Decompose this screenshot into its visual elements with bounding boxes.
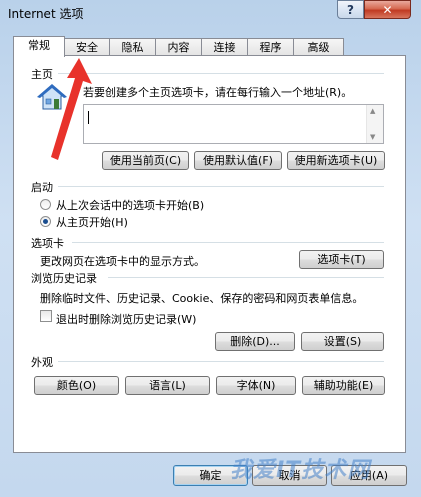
tab-programs[interactable]: 程序 bbox=[247, 38, 294, 56]
use-new-tab-button[interactable]: 使用新选项卡(U) bbox=[287, 151, 385, 170]
use-current-button[interactable]: 使用当前页(C) bbox=[102, 151, 189, 170]
history-description: 删除临时文件、历史记录、Cookie、保存的密码和网页表单信息。 bbox=[40, 292, 364, 305]
home-page-address-textarea[interactable]: ▲ ▼ bbox=[83, 104, 384, 144]
startup-home-page-radio[interactable] bbox=[40, 216, 51, 227]
home-divider bbox=[58, 73, 384, 74]
startup-section-label: 启动 bbox=[31, 181, 53, 194]
startup-last-session-radio[interactable] bbox=[40, 199, 51, 210]
history-settings-button[interactable]: 设置(S) bbox=[301, 332, 384, 351]
scroll-up-arrow-icon[interactable]: ▲ bbox=[370, 107, 375, 115]
window-title: Internet 选项 bbox=[8, 7, 84, 21]
tab-content[interactable]: 内容 bbox=[155, 38, 202, 56]
tabs-divider bbox=[72, 242, 384, 243]
home-description: 若要创建多个主页选项卡，请在每行输入一个地址(R)。 bbox=[83, 86, 353, 99]
general-tab-panel: 主页 若要创建多个主页选项卡，请在每行输入一个地址(R)。 ▲ ▼ 使用当前页(… bbox=[13, 55, 406, 453]
startup-divider bbox=[58, 186, 384, 187]
tabs-settings-button[interactable]: 选项卡(T) bbox=[299, 250, 384, 269]
title-bar: Internet 选项 ? ✕ bbox=[0, 0, 421, 28]
tab-connections[interactable]: 连接 bbox=[201, 38, 248, 56]
delete-history-on-exit-label[interactable]: 退出时删除浏览历史记录(W) bbox=[56, 311, 196, 327]
home-page-icon bbox=[36, 82, 70, 112]
site-watermark: 我爱IT技术网 bbox=[230, 458, 371, 483]
startup-last-session-label[interactable]: 从上次会话中的选项卡开始(B) bbox=[56, 197, 204, 213]
startup-home-page-label[interactable]: 从主页开始(H) bbox=[56, 214, 128, 230]
fonts-button[interactable]: 字体(N) bbox=[216, 376, 296, 395]
use-default-button[interactable]: 使用默认值(F) bbox=[194, 151, 282, 170]
accessibility-button[interactable]: 辅助功能(E) bbox=[302, 376, 385, 395]
scroll-down-arrow-icon[interactable]: ▼ bbox=[370, 133, 375, 141]
languages-button[interactable]: 语言(L) bbox=[125, 376, 210, 395]
tab-security[interactable]: 安全 bbox=[64, 38, 110, 56]
text-caret bbox=[88, 111, 89, 124]
close-button[interactable]: ✕ bbox=[364, 0, 411, 19]
delete-history-button[interactable]: 删除(D)... bbox=[215, 332, 295, 351]
tab-general[interactable]: 常规 bbox=[13, 36, 65, 57]
tab-advanced[interactable]: 高级 bbox=[293, 38, 344, 56]
tabs-section-label: 选项卡 bbox=[31, 237, 64, 250]
history-section-label: 浏览历史记录 bbox=[31, 272, 97, 285]
tab-privacy[interactable]: 隐私 bbox=[109, 38, 156, 56]
help-button[interactable]: ? bbox=[337, 0, 364, 19]
history-divider bbox=[108, 277, 384, 278]
tabs-description: 更改网页在选项卡中的显示方式。 bbox=[40, 255, 205, 268]
delete-history-on-exit-checkbox[interactable] bbox=[40, 310, 52, 322]
appearance-section-label: 外观 bbox=[31, 356, 53, 369]
textarea-scrollbar[interactable]: ▲ ▼ bbox=[366, 105, 383, 143]
home-section-label: 主页 bbox=[31, 68, 53, 81]
appearance-divider bbox=[58, 361, 384, 362]
colors-button[interactable]: 颜色(O) bbox=[34, 376, 119, 395]
